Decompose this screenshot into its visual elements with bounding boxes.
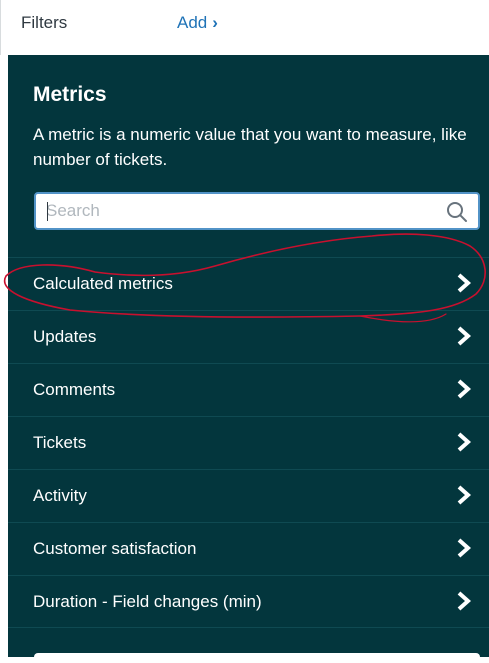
metric-item-customer-satisfaction[interactable]: Customer satisfaction [8,522,489,575]
next-section-edge [34,653,480,663]
search-box[interactable] [34,192,480,230]
text-cursor [47,202,48,221]
filters-label: Filters [21,13,68,32]
chevron-right-icon [457,538,472,558]
panel-description: A metric is a numeric value that you wan… [33,125,467,169]
metric-item-updates[interactable]: Updates [8,310,489,363]
metric-item-label: Tickets [33,433,87,452]
search-input[interactable] [46,198,436,224]
chevron-right-icon [457,326,472,346]
chevron-right-icon [457,379,472,399]
metrics-list: Calculated metrics Updates Comments Tick… [8,257,489,628]
metric-item-duration-field-changes[interactable]: Duration - Field changes (min) [8,575,489,628]
metric-item-label: Updates [33,327,97,346]
metric-item-label: Duration - Field changes (min) [33,592,262,611]
add-filter-label: Add [177,13,208,32]
chevron-right-icon: › [212,13,218,32]
metrics-panel: Metrics A metric is a numeric value that… [8,55,489,663]
panel-title: Metrics [33,83,107,106]
chevron-right-icon [457,273,472,293]
chevron-right-icon [457,432,472,452]
filters-bar: Filters Add › [0,0,489,55]
metric-item-comments[interactable]: Comments [8,363,489,416]
add-filter-link[interactable]: Add › [177,13,218,33]
metric-item-label: Activity [33,486,87,505]
metric-item-label: Comments [33,380,116,399]
chevron-right-icon [457,485,472,505]
metric-item-calculated-metrics[interactable]: Calculated metrics [8,257,489,310]
metric-item-activity[interactable]: Activity [8,469,489,522]
metric-item-label: Customer satisfaction [33,539,197,558]
search-icon[interactable] [446,201,468,223]
chevron-right-icon [457,591,472,611]
metric-item-tickets[interactable]: Tickets [8,416,489,469]
metric-item-label: Calculated metrics [33,274,173,293]
